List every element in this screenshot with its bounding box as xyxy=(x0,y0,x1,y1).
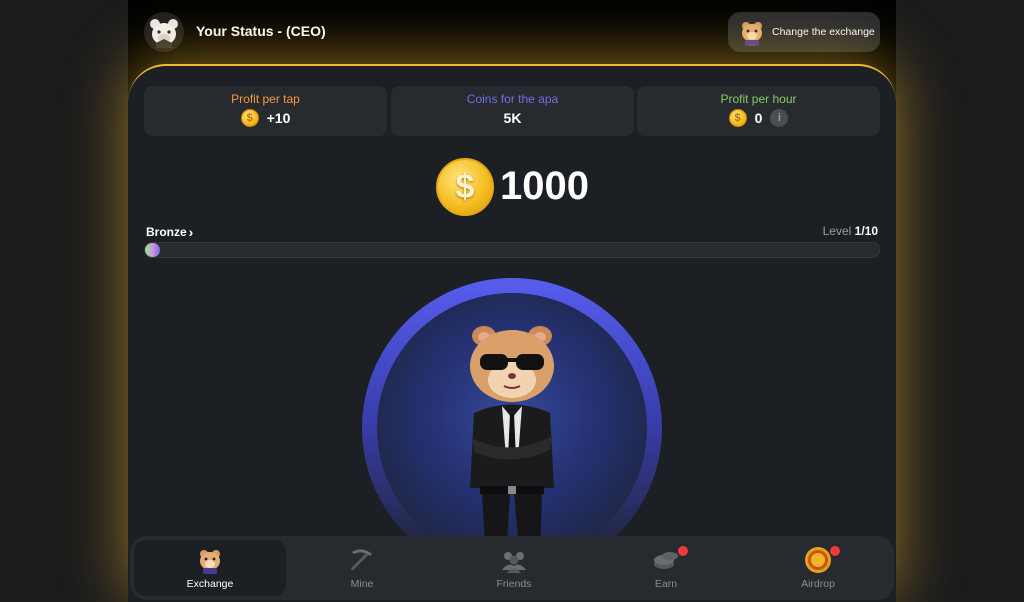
stat-value: 5K xyxy=(503,110,522,126)
pickaxe-icon xyxy=(351,549,372,571)
stat-value-row: $ +10 xyxy=(144,108,387,128)
tap-button[interactable] xyxy=(362,278,662,578)
stat-label: Profit per hour xyxy=(720,92,797,106)
nav-earn[interactable]: Earn xyxy=(590,540,742,596)
nav-label: Earn xyxy=(654,578,678,590)
hamster-icon xyxy=(742,22,762,46)
big-coin-icon: $ xyxy=(436,158,494,216)
nav-label: Mine xyxy=(350,578,374,590)
nav-friends[interactable]: Friends xyxy=(438,540,590,596)
stat-label: Profit per tap xyxy=(231,92,300,106)
level-progress-fill xyxy=(145,243,160,257)
notification-badge xyxy=(678,546,688,556)
nav-label: Exchange xyxy=(186,578,234,590)
level-progress-bar xyxy=(144,242,880,258)
change-exchange-button[interactable]: Change the exchange xyxy=(728,12,880,52)
change-exchange-label: Change the exchange xyxy=(772,26,875,38)
balance-value: 1000 xyxy=(500,164,589,208)
nav-label: Airdrop xyxy=(801,578,835,590)
info-icon[interactable]: i xyxy=(770,109,789,127)
coin-icon: $ xyxy=(728,109,747,127)
tap-button-inner xyxy=(377,293,647,570)
stat-label: Coins for the apa xyxy=(466,92,559,106)
nav-label: Friends xyxy=(496,578,532,590)
hamster-icon xyxy=(200,550,220,574)
nav-exchange[interactable]: Exchange xyxy=(134,540,286,596)
stat-profit-per-tap: Profit per tap $ +10 xyxy=(144,86,387,136)
hamster-avatar-icon[interactable] xyxy=(144,12,184,52)
stat-value: 0 xyxy=(754,110,763,126)
header: Your Status - (CEO) Change the exchange xyxy=(128,0,896,64)
nav-airdrop[interactable]: Airdrop xyxy=(742,540,894,596)
friends-icon xyxy=(502,552,526,573)
coins-icon xyxy=(654,552,678,569)
stat-value-row: $ 0 i xyxy=(637,108,880,128)
airdrop-coin-icon xyxy=(805,547,831,573)
stat-value-row: 5K xyxy=(391,108,634,128)
app-frame: Your Status - (CEO) Change the exchange … xyxy=(128,0,896,602)
league-link[interactable]: Bronze › xyxy=(146,224,193,240)
league-name: Bronze xyxy=(146,225,187,239)
stat-coins-for-apa: Coins for the apa 5K xyxy=(391,86,634,136)
chevron-right-icon: › xyxy=(188,224,194,240)
stat-value: +10 xyxy=(266,110,291,126)
coin-icon: $ xyxy=(240,109,259,127)
status-title[interactable]: Your Status - (CEO) xyxy=(196,23,326,39)
nav-mine[interactable]: Mine xyxy=(286,540,438,596)
stat-profit-per-hour: Profit per hour $ 0 i xyxy=(637,86,880,136)
level-indicator: Level 1/10 xyxy=(823,224,878,238)
main-panel: Profit per tap $ +10 Coins for the apa 5… xyxy=(128,64,896,602)
bottom-nav: Exchange Mine Friends Earn Airdrop xyxy=(130,536,894,600)
notification-badge xyxy=(830,546,840,556)
level-label: Level xyxy=(822,224,852,238)
level-value: 1/10 xyxy=(854,224,878,238)
